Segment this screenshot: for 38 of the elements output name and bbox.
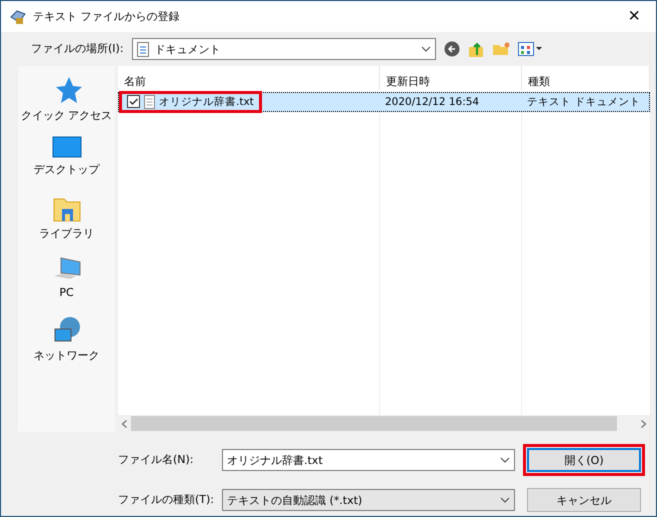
chevron-down-icon[interactable] (420, 46, 431, 52)
column-header[interactable]: 名前 (118, 66, 380, 90)
checkbox[interactable] (127, 95, 140, 108)
location-dropdown[interactable]: ドキュメント (132, 38, 436, 60)
monitor-icon (52, 136, 82, 158)
up-folder-icon[interactable] (468, 40, 484, 58)
filename-field[interactable]: オリジナル辞書.txt (222, 449, 515, 471)
network-icon (52, 316, 80, 344)
sidebar-item[interactable]: クイック アクセス (20, 76, 112, 124)
chevron-down-icon[interactable] (500, 497, 510, 503)
filetype-dropdown[interactable]: テキストの自動認識 (*.txt) (222, 489, 515, 511)
file-row[interactable]: オリジナル辞書.txt 2020/12/12 16:54 テキスト ドキュメント (118, 92, 650, 112)
column-header[interactable]: 更新日時 (380, 66, 522, 90)
table-cell-text: 2020/12/12 16:54 (384, 94, 480, 110)
location-label: ファイルの場所(I): (31, 41, 124, 58)
column-header[interactable]: 種類 (522, 66, 650, 90)
text-file-icon (144, 94, 155, 109)
scroll-left-icon[interactable] (122, 420, 127, 428)
chevron-down-icon[interactable] (500, 457, 510, 463)
computer-icon (52, 256, 80, 282)
window-title: テキスト ファイルからの登録 (33, 9, 180, 24)
table-cell-text: テキスト ドキュメント (526, 94, 642, 110)
back-icon[interactable] (444, 41, 460, 58)
file-name-cell: オリジナル辞書.txt (123, 94, 258, 109)
open-button[interactable]: 開く(O) (527, 448, 641, 472)
close-button[interactable]: × (620, 5, 648, 28)
sidebar-item[interactable]: PC (52, 256, 80, 304)
cancel-button[interactable]: キャンセル (527, 488, 641, 512)
folder-icon (52, 196, 80, 222)
filetype-label: ファイルの種類(T): (118, 492, 214, 508)
scroll-right-icon[interactable] (641, 420, 646, 428)
filename-label: ファイル名(N): (118, 452, 195, 468)
sidebar-item[interactable]: デスクトップ (34, 136, 100, 184)
document-icon (136, 42, 149, 57)
app-icon (9, 8, 27, 25)
view-menu-icon[interactable] (518, 42, 542, 56)
sidebar-item[interactable]: ネットワーク (34, 316, 100, 364)
sidebar-item[interactable]: ライブラリ (39, 196, 94, 244)
